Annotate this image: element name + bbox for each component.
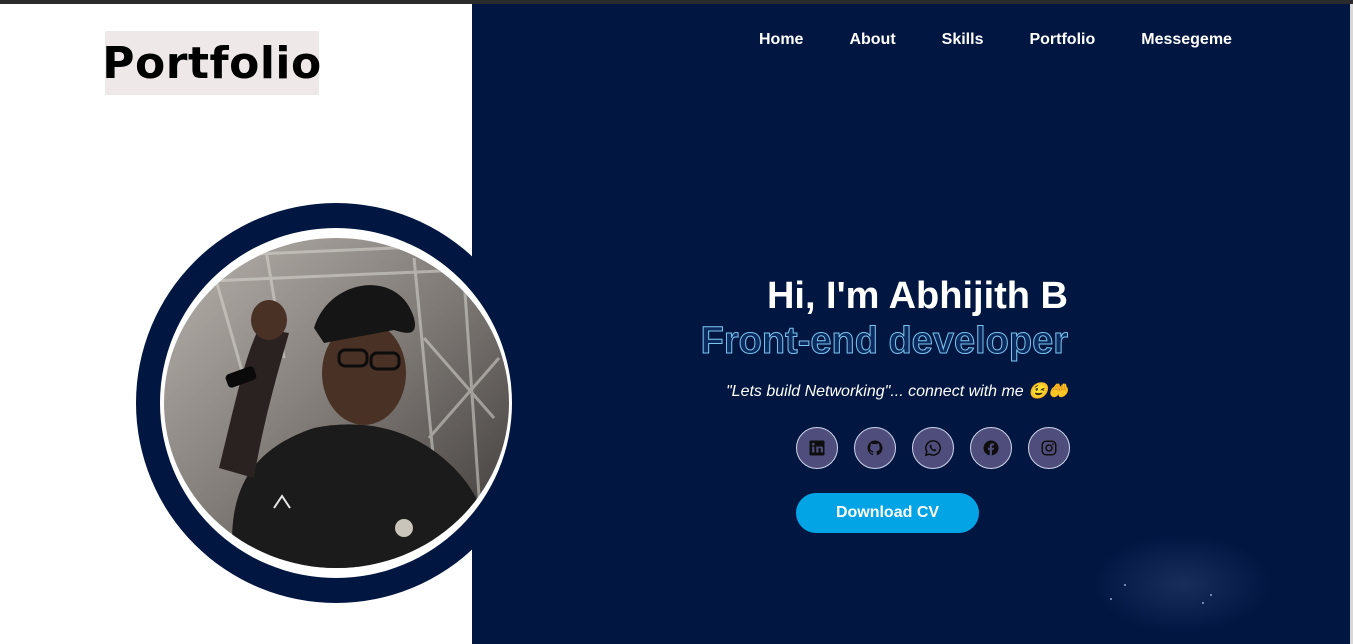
nav-item-about[interactable]: About — [849, 30, 895, 50]
hero-tagline: "Lets build Networking"... connect with … — [725, 383, 1068, 400]
instagram-icon — [1041, 440, 1057, 456]
linkedin-link[interactable] — [796, 427, 838, 469]
nav-item-skills[interactable]: Skills — [942, 30, 984, 50]
sparkle — [1110, 598, 1112, 600]
profile-photo — [164, 238, 509, 568]
brand-title: Portfolio — [102, 37, 322, 89]
facebook-icon — [983, 440, 999, 456]
sparkle — [1202, 602, 1204, 604]
whatsapp-icon — [924, 440, 941, 457]
hero-role: Front-end developer — [700, 320, 1068, 363]
whatsapp-link[interactable] — [912, 427, 954, 469]
linkedin-icon — [809, 440, 825, 456]
brand-logo[interactable]: Portfolio — [102, 31, 322, 95]
instagram-link[interactable] — [1028, 427, 1070, 469]
hero-greeting: Hi, I'm Abhijith B — [766, 275, 1068, 317]
download-cv-button[interactable]: Download CV — [796, 493, 979, 533]
nav-item-messegeme[interactable]: Messegeme — [1141, 30, 1232, 50]
social-links — [796, 427, 1070, 469]
facebook-link[interactable] — [970, 427, 1012, 469]
background-glow — [1092, 534, 1272, 634]
sparkle — [1210, 594, 1212, 596]
main-nav: Home About Skills Portfolio Messegeme — [759, 30, 1232, 50]
sparkle — [1124, 584, 1126, 586]
nav-item-portfolio[interactable]: Portfolio — [1029, 30, 1095, 50]
hero-heading: Hi, I'm Abhijith B Front-end developer — [700, 274, 1068, 364]
github-link[interactable] — [854, 427, 896, 469]
github-icon — [867, 440, 883, 456]
nav-item-home[interactable]: Home — [759, 30, 803, 50]
